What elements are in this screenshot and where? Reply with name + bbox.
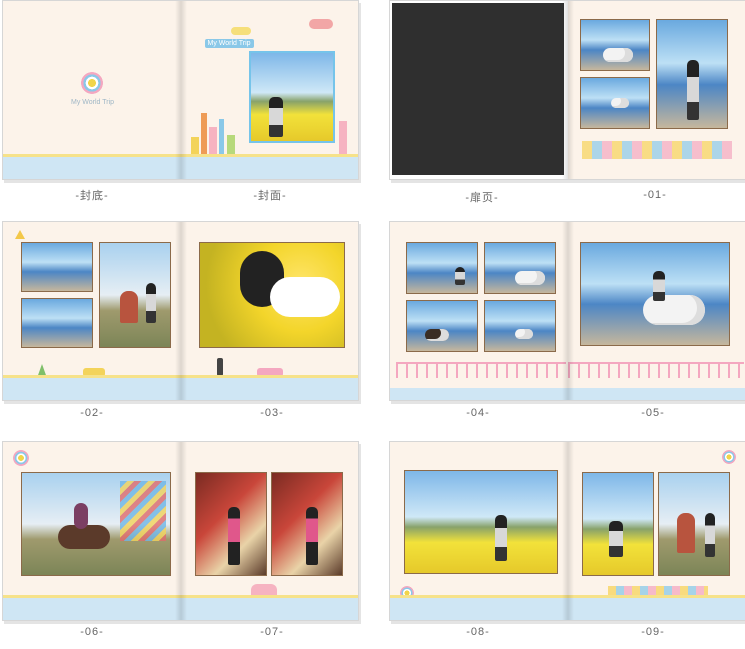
caption-02: -02- (80, 407, 104, 419)
band-blue (567, 388, 745, 400)
spread-08-09[interactable] (389, 441, 745, 621)
photo-yak-1[interactable] (579, 19, 650, 71)
caption-05: -05- (641, 407, 665, 419)
caption-front-cover: -封面- (253, 190, 287, 202)
person-figure (268, 97, 283, 137)
page-07[interactable] (180, 442, 358, 620)
band-blue (180, 378, 358, 400)
photo-flower-closeup[interactable] (198, 242, 345, 348)
caption-06: -06- (80, 626, 104, 638)
city-skyline-right (337, 121, 353, 157)
band-blue (390, 598, 568, 620)
photo-07-a[interactable] (194, 472, 267, 576)
caption-01: -01- (643, 189, 667, 201)
band-blue (180, 157, 358, 179)
gutter (174, 222, 187, 400)
spread-title-page[interactable] (389, 0, 745, 180)
flower-logo-icon (721, 450, 736, 464)
cloud-icon (308, 19, 333, 29)
caption-title-page: -扉页- (465, 192, 499, 204)
fence-decoration (567, 362, 744, 378)
band-blue (567, 598, 745, 620)
cover-tag: My World Trip (204, 39, 254, 48)
page-04[interactable] (390, 222, 568, 400)
band-blue (390, 388, 568, 400)
band-blue (180, 598, 358, 620)
photo-beach[interactable] (21, 242, 93, 292)
cover-photo[interactable] (248, 51, 335, 143)
photo-04-d[interactable] (484, 300, 556, 352)
photo-person-lake[interactable] (655, 19, 728, 129)
photo-04-b[interactable] (484, 242, 556, 294)
photo-horse[interactable] (21, 472, 171, 576)
page-02[interactable] (3, 222, 181, 400)
spread-04-05[interactable] (389, 221, 745, 401)
photo-yak-large[interactable] (579, 242, 730, 346)
gutter (174, 1, 187, 179)
castle-decoration (581, 141, 732, 159)
page-01[interactable] (567, 1, 745, 179)
traffic-light-icon (216, 358, 223, 376)
page-08[interactable] (390, 442, 568, 620)
caption-04: -04- (466, 407, 490, 419)
photo-04-a[interactable] (406, 242, 478, 294)
caption-back-cover: -封底- (75, 190, 109, 202)
page-back-cover[interactable]: My World Trip (3, 1, 181, 179)
page-06[interactable] (3, 442, 181, 620)
gutter (561, 222, 574, 400)
page-front-cover[interactable]: My World Trip (180, 1, 358, 179)
spread-02-03[interactable] (2, 221, 359, 401)
caption-07: -07- (260, 626, 284, 638)
photo-04-c[interactable] (406, 300, 478, 352)
page-09[interactable] (567, 442, 745, 620)
spread-cover[interactable]: My World Trip My World Trip (2, 0, 359, 180)
page-title[interactable] (390, 1, 568, 179)
cloud-icon (230, 27, 251, 35)
dark-panel (392, 3, 564, 175)
page-03[interactable] (180, 222, 358, 400)
caption-09: -09- (641, 626, 665, 638)
photo-rock[interactable] (99, 242, 171, 348)
photo-lake-clouds[interactable] (21, 298, 93, 348)
warning-sign-icon (15, 230, 25, 239)
gutter (561, 442, 574, 620)
band-blue (3, 157, 181, 179)
band-blue (3, 378, 181, 400)
city-skyline (190, 109, 247, 157)
photo-yak-2[interactable] (579, 77, 650, 129)
band-blue (3, 598, 181, 620)
page-05[interactable] (567, 222, 745, 400)
photo-07-b[interactable] (270, 472, 343, 576)
caption-03: -03- (260, 407, 284, 419)
gutter (174, 442, 187, 620)
photo-09-a[interactable] (581, 472, 654, 576)
fence-decoration (396, 362, 566, 378)
flower-logo-icon (81, 72, 103, 94)
caption-08: -08- (466, 626, 490, 638)
flower-logo-icon (13, 450, 29, 466)
spread-06-07[interactable] (2, 441, 359, 621)
photo-09-b[interactable] (657, 472, 730, 576)
brand-title: My World Trip (71, 99, 115, 106)
gutter (561, 1, 574, 179)
photo-field[interactable] (404, 470, 558, 574)
